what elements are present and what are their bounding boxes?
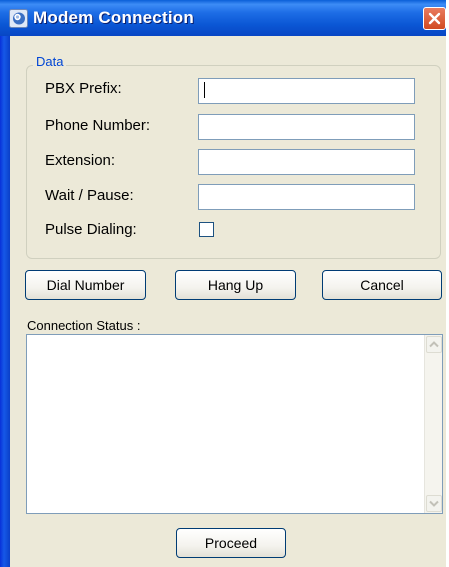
modem-app-icon [9, 9, 28, 28]
extension-label: Extension: [45, 152, 116, 169]
phone-number-label: Phone Number: [45, 117, 151, 134]
text-cursor [204, 82, 205, 98]
hang-up-button[interactable]: Hang Up [175, 270, 296, 300]
pbx-prefix-input[interactable] [198, 78, 415, 104]
dial-number-button[interactable]: Dial Number [25, 270, 146, 300]
scroll-down-button[interactable] [426, 495, 442, 512]
connection-status-label: Connection Status : [27, 318, 141, 333]
close-icon [428, 12, 441, 25]
wait-pause-label: Wait / Pause: [45, 187, 134, 204]
scroll-up-arrow-icon [429, 341, 439, 348]
scroll-down-arrow-icon [429, 500, 439, 507]
pbx-prefix-label: PBX Prefix: [45, 80, 122, 97]
pulse-dialing-checkbox[interactable] [199, 222, 214, 237]
cancel-button[interactable]: Cancel [322, 270, 442, 300]
window-title: Modem Connection [33, 8, 194, 27]
phone-number-input[interactable] [198, 114, 415, 140]
connection-status-log[interactable] [26, 334, 443, 514]
data-group-label: Data [33, 54, 67, 69]
close-button[interactable] [423, 7, 446, 30]
extension-input[interactable] [198, 149, 415, 175]
scroll-up-button[interactable] [426, 336, 442, 353]
status-scrollbar[interactable] [424, 335, 442, 513]
wait-pause-input[interactable] [198, 184, 415, 210]
modem-connection-window: Modem Connection Data PBX Prefix: Phone … [0, 0, 449, 567]
proceed-button[interactable]: Proceed [176, 528, 286, 558]
window-frame-left [0, 0, 10, 567]
pulse-dialing-label: Pulse Dialing: [45, 221, 137, 238]
title-bar[interactable]: Modem Connection [0, 0, 446, 36]
